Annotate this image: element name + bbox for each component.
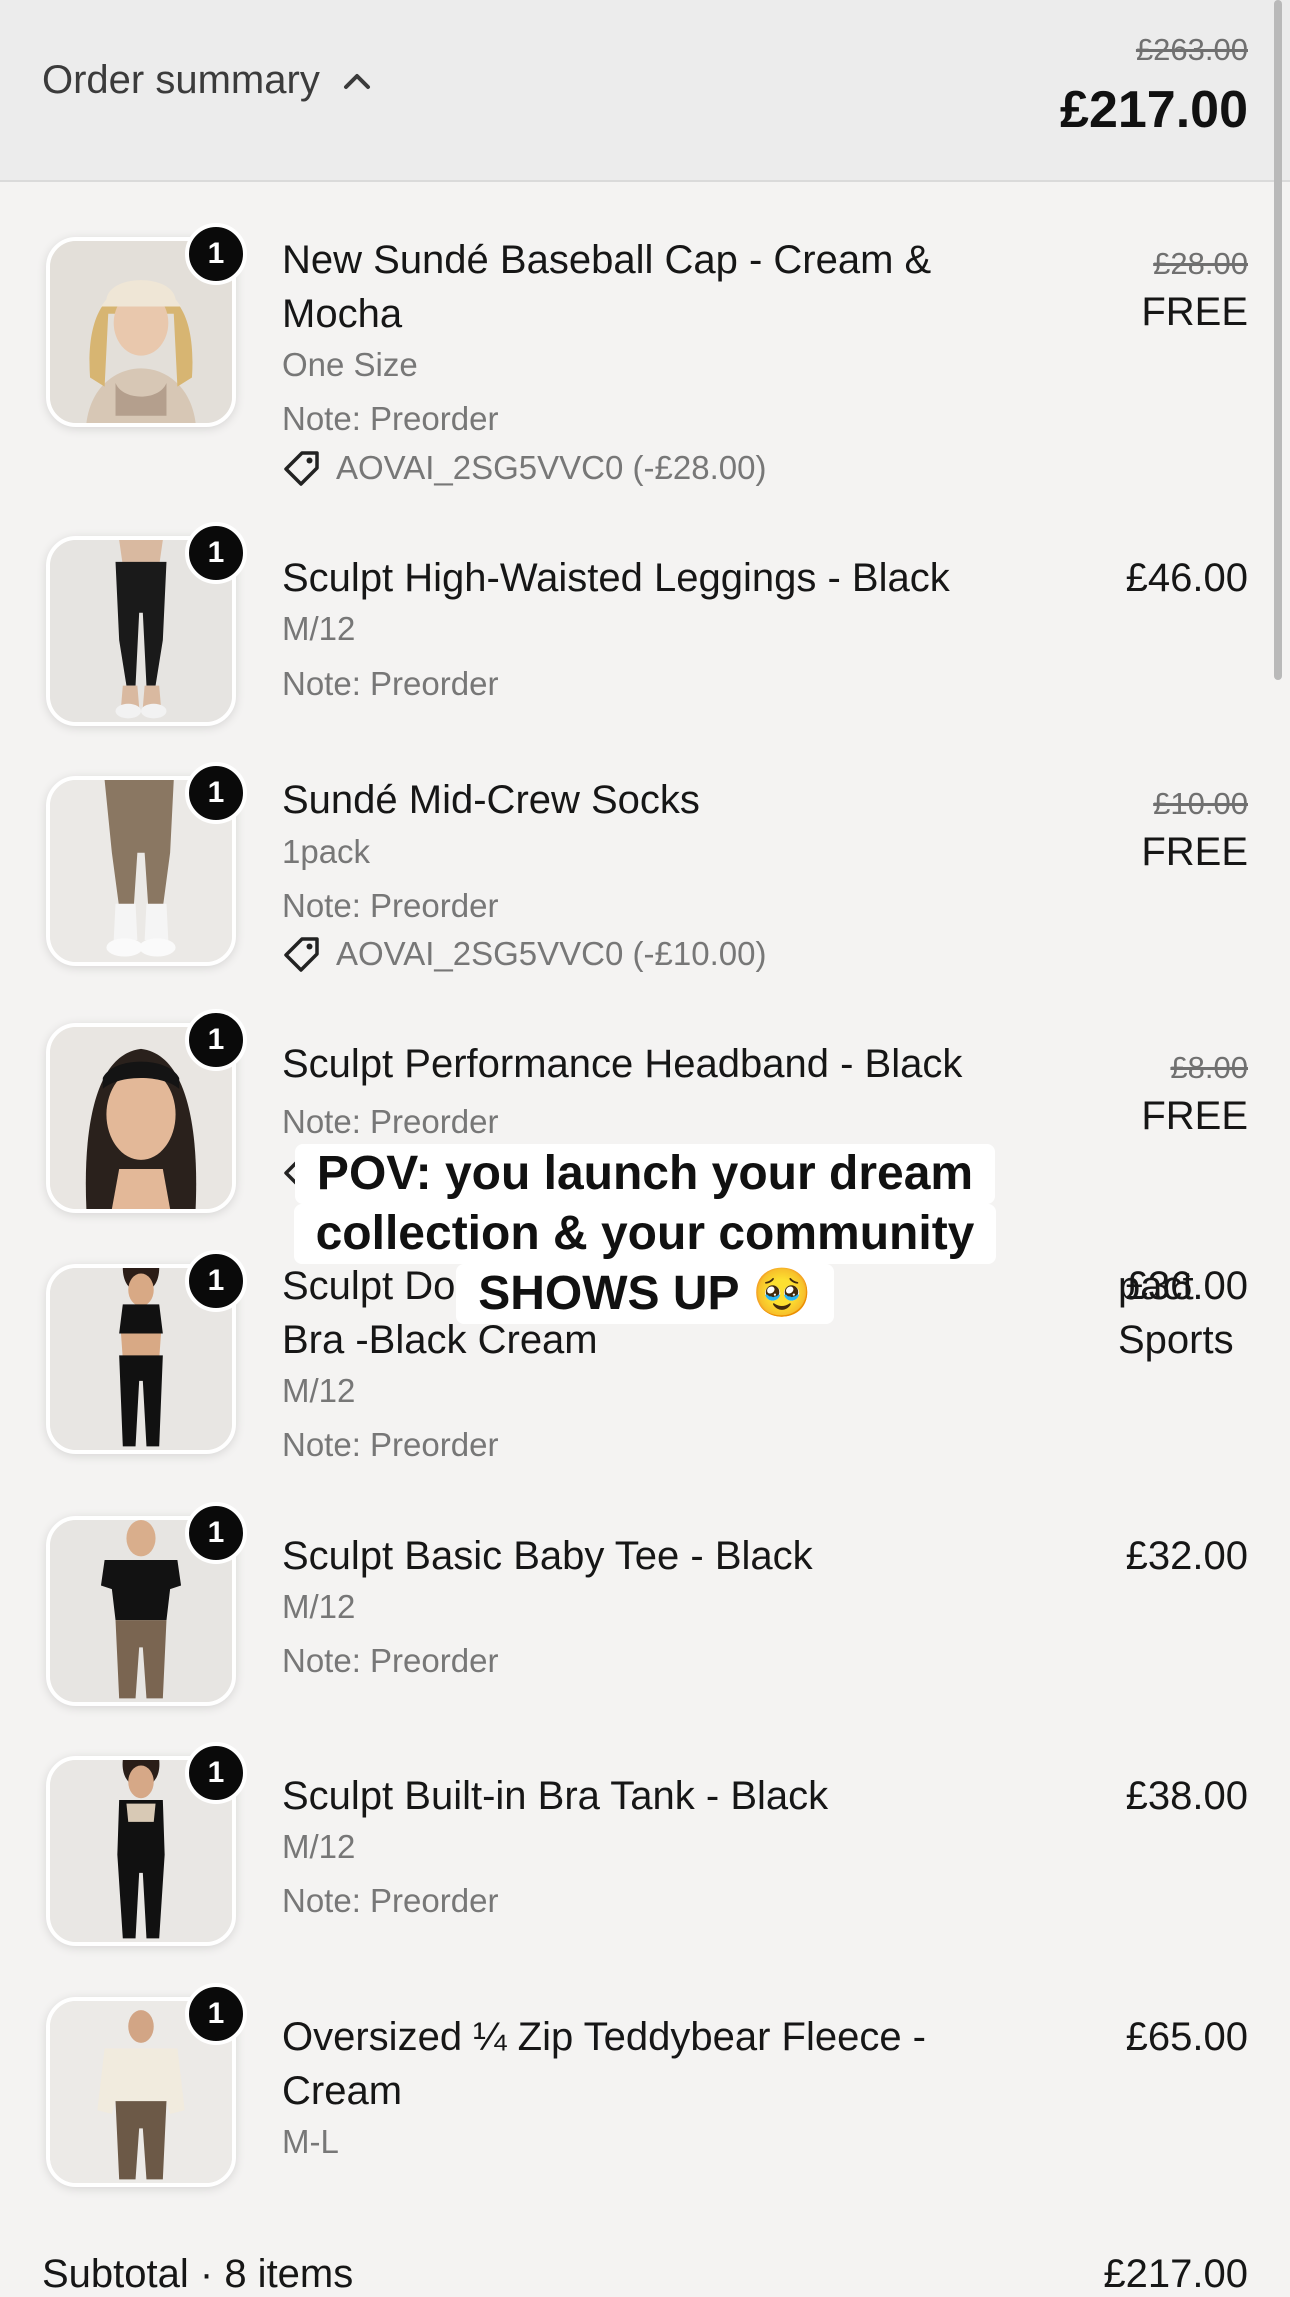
product-name: Oversized ¼ Zip Teddybear Fleece - Cream: [282, 2015, 927, 2113]
item-price: FREE: [1141, 830, 1248, 874]
product-variant: One Size: [282, 346, 418, 383]
item-price: £32.00: [1125, 1534, 1248, 1578]
quantity-badge: 1: [185, 762, 247, 824]
item-price: £38.00: [1125, 1774, 1248, 1818]
product-note: Note: Preorder: [282, 1882, 499, 1919]
product-name: New Sundé Baseball Cap - Cream & Mocha: [282, 238, 932, 336]
order-summary-title: Order summary: [42, 58, 320, 102]
quantity-badge: 1: [185, 223, 247, 285]
quantity-badge: 1: [185, 1983, 247, 2045]
discount-code-label: AOVAI_2SG5VVC0 (-£10.00): [336, 935, 767, 972]
product-variant: M/12: [282, 1828, 356, 1865]
subtotal-value: £217.00: [1103, 2252, 1248, 2296]
caption-line-1: POV: you launch your dream: [294, 1144, 996, 1204]
order-summary-header: Order summary £263.00 £217.00: [0, 0, 1290, 182]
product-name: Sundé Mid-Crew Socks: [282, 778, 700, 822]
chevron-up-icon: [343, 73, 370, 89]
header-total: £217.00: [1060, 81, 1248, 139]
tag-icon: [284, 937, 319, 972]
product-name: Sculpt Performance Headband - Black: [282, 1042, 963, 1086]
tag-icon: [284, 451, 319, 486]
caption-line-2: collection & your community: [293, 1204, 997, 1264]
product-note: Note: Preorder: [282, 400, 499, 437]
product-note: Note: Preorder: [282, 1103, 499, 1140]
product-variant: M-L: [282, 2123, 339, 2160]
product-note: Note: Preorder: [282, 1642, 499, 1679]
product-variant: M/12: [282, 1372, 356, 1409]
item-price: £46.00: [1125, 556, 1248, 600]
product-note: Note: Preorder: [282, 887, 499, 924]
product-variant: M/12: [282, 1588, 356, 1625]
discount-code-label: AOVAI_2SG5VVC0 (-£28.00): [336, 449, 767, 486]
product-variant: 1pack: [282, 833, 371, 870]
item-price: FREE: [1141, 1094, 1248, 1138]
scrollbar[interactable]: [1274, 0, 1282, 680]
quantity-badge: 1: [185, 1502, 247, 1564]
product-name: Sculpt Basic Baby Tee - Black: [282, 1534, 813, 1578]
header-original-total: £263.00: [1135, 32, 1248, 67]
caption-line-3: SHOWS UP 🥹: [456, 1264, 834, 1324]
product-note: Note: Preorder: [282, 1426, 499, 1463]
original-price: £28.00: [1153, 246, 1248, 281]
quantity-badge: 1: [185, 522, 247, 584]
order-summary-toggle[interactable]: Order summary: [42, 58, 372, 103]
product-note: Note: Preorder: [282, 665, 499, 702]
product-name: Sculpt High-Waisted Leggings - Black: [282, 556, 950, 600]
item-price: £65.00: [1125, 2015, 1248, 2059]
quantity-badge: 1: [185, 1742, 247, 1804]
video-caption-overlay: POV: you launch your dream collection & …: [0, 1144, 1290, 1324]
quantity-badge: 1: [185, 1009, 247, 1071]
discount-code: AOVAI_2SG5VVC0 (-£10.00): [282, 934, 766, 974]
product-variant: M/12: [282, 610, 356, 647]
discount-code: AOVAI_2SG5VVC0 (-£28.00): [282, 448, 766, 488]
subtotal-label: Subtotal · 8 items: [42, 2252, 354, 2296]
original-price: £8.00: [1170, 1050, 1248, 1085]
item-price: FREE: [1141, 290, 1248, 334]
original-price: £10.00: [1153, 786, 1248, 821]
product-name: Sculpt Built-in Bra Tank - Black: [282, 1774, 829, 1818]
